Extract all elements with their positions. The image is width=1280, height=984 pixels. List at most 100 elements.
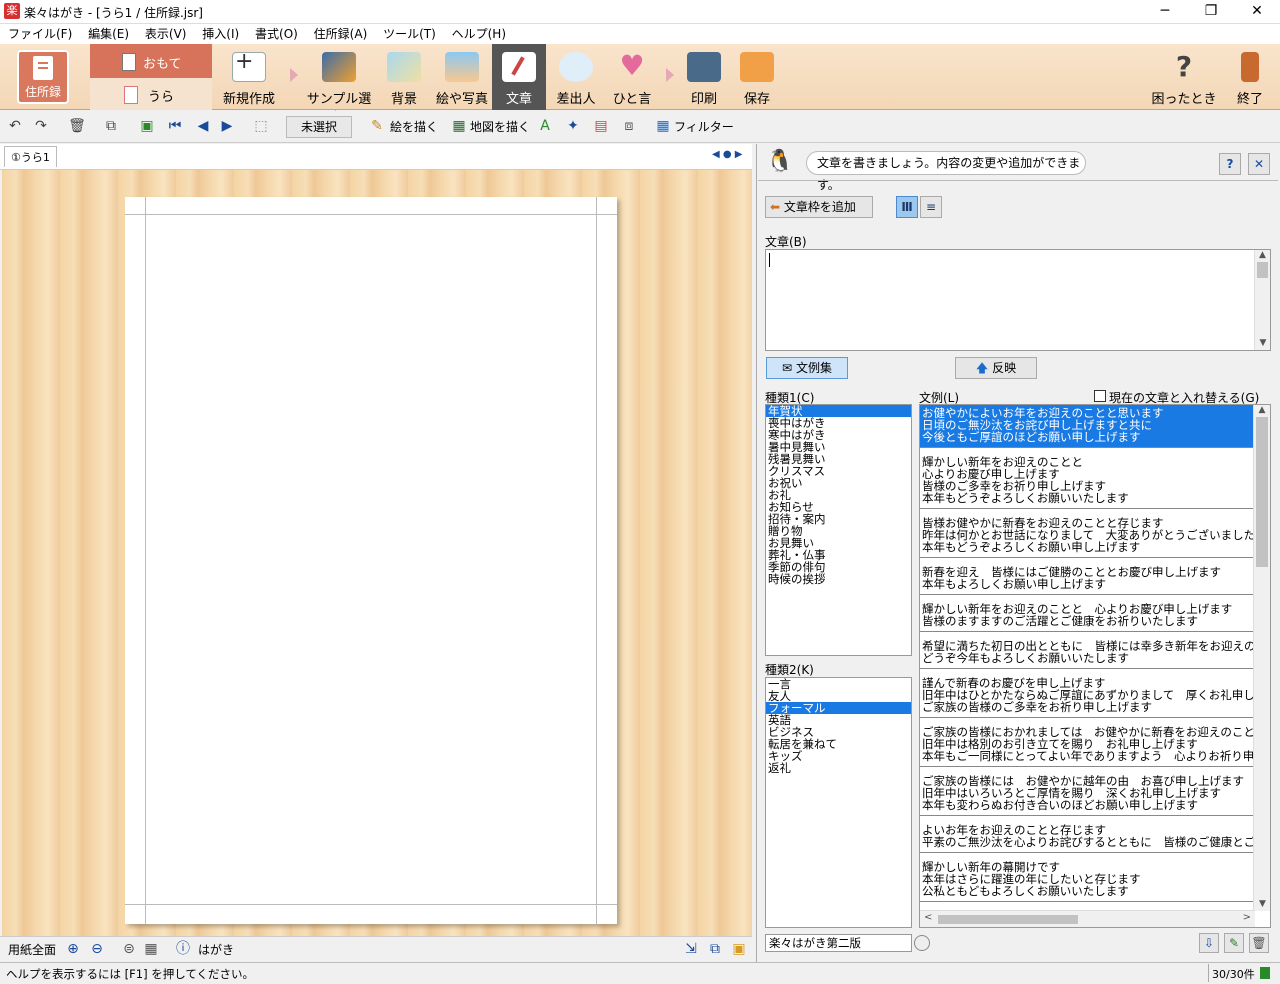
comment-button[interactable]: ♥ ひと言 bbox=[610, 48, 654, 108]
example-item[interactable]: 皆様お健やかに新春をお迎えのことと存じます 昨年は何かとお世話になりまして 大変あ… bbox=[920, 515, 1253, 558]
export-icon[interactable]: ⇲ bbox=[682, 940, 700, 958]
apply-label: 反映 bbox=[992, 361, 1017, 375]
menu-view[interactable]: 表示(V) bbox=[139, 25, 193, 43]
exit-button[interactable]: 終了 bbox=[1230, 48, 1270, 108]
add-frame-label: 文章枠を追加 bbox=[783, 200, 856, 214]
help-button[interactable]: ? 困ったときは bbox=[1150, 48, 1218, 127]
print-preview-icon[interactable]: ⊜ bbox=[120, 940, 138, 958]
minimize-button[interactable]: ─ bbox=[1142, 0, 1188, 24]
copy-icon[interactable]: ⧉ bbox=[706, 940, 724, 958]
type2-listbox[interactable]: 一言 友人 フォーマル 英語 ビジネス 転居を兼ねて キッズ 返礼 bbox=[765, 677, 912, 928]
delete-icon[interactable]: 🗑 bbox=[1249, 933, 1269, 953]
add-text-frame-button[interactable]: ⬅ 文章枠を追加 bbox=[765, 196, 873, 218]
example-item[interactable]: ご家族の皆様には お健やかに越年の由 お喜び申し上げます 旧年中はいろいろとご厚情… bbox=[920, 773, 1253, 816]
redo-icon[interactable]: ↷ bbox=[32, 117, 50, 135]
postcard[interactable] bbox=[125, 197, 617, 924]
save-button[interactable]: 保存 bbox=[734, 48, 780, 108]
spell-icon[interactable]: A bbox=[536, 117, 554, 135]
examples-hscrollbar[interactable]: < > bbox=[920, 910, 1255, 927]
draw-map-button[interactable]: 地図を描く bbox=[470, 117, 530, 137]
new-button[interactable]: + 新規作成 bbox=[220, 48, 278, 108]
menu-insert[interactable]: 挿入(I) bbox=[196, 25, 245, 43]
select-frame-icon[interactable]: ⬚ bbox=[252, 117, 270, 135]
example-item[interactable]: 新春を迎え 皆様にはご健勝のこととお慶び申し上げます 本年もよろしくお願い申し上げ… bbox=[920, 564, 1253, 595]
menu-address[interactable]: 住所録(A) bbox=[308, 25, 374, 43]
type1-item[interactable]: 時候の挨拶 bbox=[766, 573, 911, 585]
example-item[interactable]: 輝かしい新年をお迎えのことと 心よりお慶び申し上げます 皆様のご多幸をお祈り申し上げ… bbox=[920, 454, 1253, 509]
background-label: 背景 bbox=[390, 92, 417, 107]
background-button[interactable]: 背景 bbox=[382, 48, 426, 108]
type2-item[interactable]: 返礼 bbox=[766, 762, 911, 774]
layout-icon[interactable]: ⧉ bbox=[102, 117, 120, 135]
example-item[interactable]: お健やかによいお年をお迎えのことと思います 日頃のご無沙汰をお詫び申し上げますと共… bbox=[920, 405, 1253, 448]
sender-button[interactable]: 差出人 bbox=[552, 48, 600, 108]
prev-icon[interactable]: ◀ bbox=[194, 117, 212, 135]
example-item[interactable]: よいお年をお迎えのことと存じます 平素のご無沙汰を心よりお詫びするとともに 皆様の… bbox=[920, 822, 1253, 853]
menu-file[interactable]: ファイル(F) bbox=[2, 25, 78, 43]
address-book-button[interactable]: 住所録 bbox=[17, 50, 69, 104]
lock-icon[interactable]: ▣ bbox=[730, 940, 748, 958]
zoom-in-icon[interactable]: ⊕ bbox=[64, 940, 82, 958]
example-item[interactable]: 旧年中は大変お世話になりました bbox=[920, 908, 1253, 909]
edit-icon[interactable]: ✎ bbox=[1224, 933, 1244, 953]
document-tabbar bbox=[0, 144, 752, 170]
next-icon[interactable]: ▶ bbox=[218, 117, 236, 135]
panel-help-button[interactable]: ? bbox=[1219, 153, 1241, 175]
brush-icon[interactable]: ✎ bbox=[368, 117, 386, 135]
example-item[interactable]: 輝かしい新年をお迎えのことと 心よりお慶び申し上げます 皆様のますますのご活躍とご… bbox=[920, 601, 1253, 632]
tab-nav-icon[interactable]: ◀ ● ▶ bbox=[712, 149, 742, 160]
download-icon[interactable]: ⇩ bbox=[1199, 933, 1219, 953]
info-icon[interactable]: ⓘ bbox=[174, 940, 192, 958]
menu-format[interactable]: 書式(O) bbox=[249, 25, 304, 43]
guide-line bbox=[145, 197, 146, 924]
sample-button[interactable]: サンプル選択 bbox=[304, 48, 374, 126]
examples-vscrollbar[interactable]: ▲ ▼ bbox=[1253, 405, 1270, 911]
example-item[interactable]: 希望に満ちた初日の出とともに 皆様には幸多き新年をお迎えのこととおどうぞ今年もよ… bbox=[920, 638, 1253, 669]
heart-icon: ♥ bbox=[619, 49, 645, 82]
type1-listbox[interactable]: 年賀状 喪中はがき 寒中はがき 暑中見舞い 残暑見舞い クリスマス お祝い お礼 お知らせ 招待・… bbox=[765, 404, 912, 656]
zoom-out-icon[interactable]: ⊖ bbox=[88, 940, 106, 958]
text-input[interactable]: ▲ ▼ bbox=[765, 249, 1271, 351]
map-icon[interactable]: ▦ bbox=[450, 117, 468, 135]
fit-page-button[interactable]: 用紙全面 bbox=[8, 941, 56, 958]
example-item[interactable]: 謹んで新春のお慶びを申し上げます 旧年中はひとかたならぬご厚誼にあずかりまして 厚… bbox=[920, 675, 1253, 718]
stamp-icon[interactable]: ✦ bbox=[564, 117, 582, 135]
tab-front[interactable]: おもて bbox=[143, 53, 181, 72]
replace-checkbox[interactable] bbox=[1094, 390, 1106, 402]
undo-icon[interactable]: ↶ bbox=[6, 117, 24, 135]
document-tab[interactable]: ①うら1 bbox=[4, 146, 57, 167]
grid-icon[interactable]: ▦ bbox=[142, 940, 160, 958]
menu-help[interactable]: ヘルプ(H) bbox=[446, 25, 512, 43]
cd-icon[interactable] bbox=[914, 935, 930, 951]
text-scrollbar[interactable]: ▲ ▼ bbox=[1254, 250, 1270, 350]
view-bar bbox=[0, 936, 752, 962]
divider bbox=[1208, 964, 1209, 982]
filter-icon[interactable]: ▦ bbox=[654, 117, 672, 135]
menu-tools[interactable]: ツール(T) bbox=[377, 25, 442, 43]
trash-icon[interactable]: 🗑 bbox=[68, 117, 86, 135]
tab-back[interactable]: うら bbox=[148, 86, 174, 105]
sample-collection-button[interactable]: ✉ 文例集 bbox=[766, 357, 848, 379]
paper-type: はがき bbox=[198, 943, 235, 957]
panel-close-button[interactable]: ✕ bbox=[1248, 153, 1270, 175]
vertical-text-icon[interactable]: Ⅲ bbox=[896, 196, 918, 218]
example-item[interactable]: 輝かしい新年の幕開けです 本年はさらに躍進の年にしたいと存じます 公私ともどもよろし… bbox=[920, 859, 1253, 902]
draw-picture-button[interactable]: 絵を描く bbox=[390, 117, 438, 137]
calendar-icon[interactable]: ▤ bbox=[592, 117, 610, 135]
add-frame-icon: ⬅ bbox=[770, 200, 781, 214]
page-icon[interactable]: ▣ bbox=[138, 117, 156, 135]
examples-listbox[interactable]: お健やかによいお年をお迎えのことと思います 日頃のご無沙汰をお詫び申し上げますと共… bbox=[919, 404, 1271, 928]
comment-label: ひと言 bbox=[612, 92, 652, 107]
horizontal-text-icon[interactable]: ≡ bbox=[920, 196, 942, 218]
filter-button[interactable]: フィルター bbox=[674, 117, 734, 137]
menu-edit[interactable]: 編集(E) bbox=[82, 25, 135, 43]
print-button[interactable]: 印刷 bbox=[682, 48, 726, 108]
first-icon[interactable]: ⏮ bbox=[166, 117, 184, 135]
picture-button[interactable]: 絵や写真 bbox=[432, 48, 492, 108]
photo-icon[interactable]: ⧈ bbox=[620, 117, 638, 135]
example-item[interactable]: ご家族の皆様におかれましては お健やかに新春をお迎えのことと存じま旧年中は格別の… bbox=[920, 724, 1253, 767]
apply-button[interactable]: 🡅 反映 bbox=[955, 357, 1037, 379]
restore-button[interactable]: ❐ bbox=[1188, 0, 1234, 24]
text-button[interactable]: 文章 bbox=[492, 44, 546, 110]
close-button[interactable]: ✕ bbox=[1234, 0, 1280, 24]
